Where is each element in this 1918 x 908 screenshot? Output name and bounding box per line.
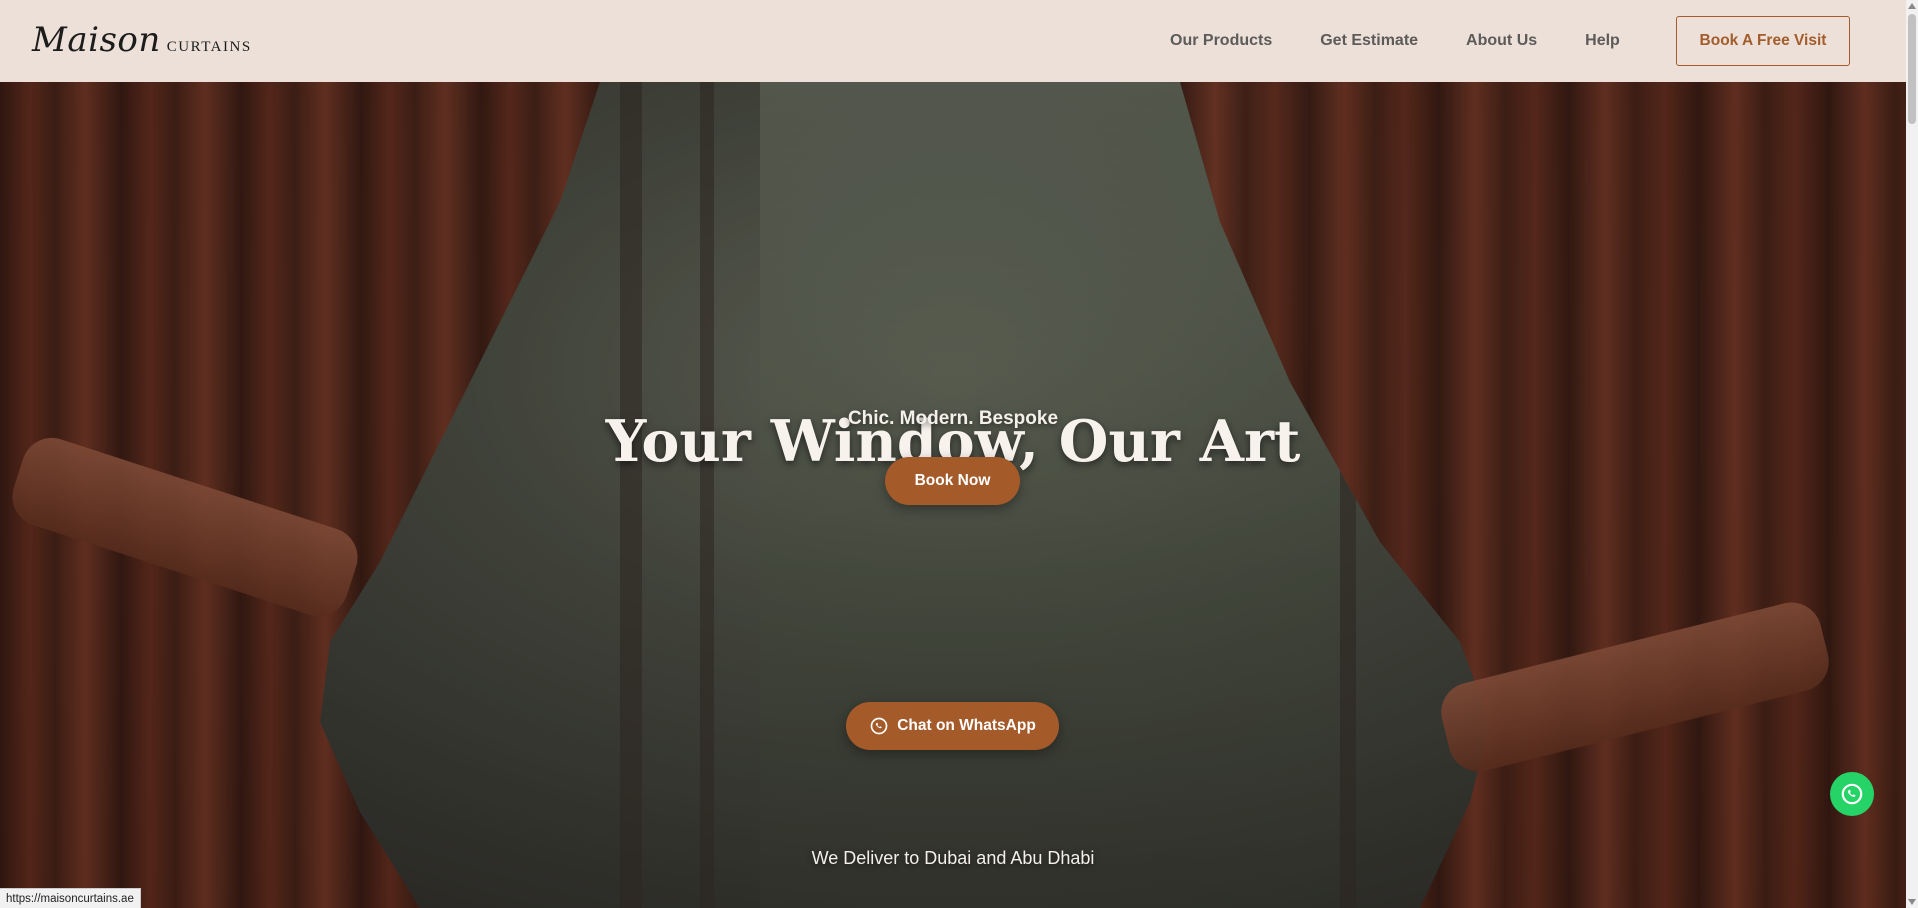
nav-link-help[interactable]: Help <box>1585 32 1620 50</box>
whatsapp-icon <box>870 717 888 735</box>
floating-whatsapp-button[interactable] <box>1830 772 1874 816</box>
scroll-thumb[interactable] <box>1908 14 1916 124</box>
logo-word-text: CURTAINS <box>166 39 252 55</box>
page-scrollbar[interactable] <box>1906 0 1918 908</box>
site-logo[interactable]: Maison CURTAINS <box>32 20 252 60</box>
nav-link-get-estimate[interactable]: Get Estimate <box>1320 32 1418 50</box>
chat-whatsapp-label: Chat on WhatsApp <box>897 717 1036 734</box>
nav-link-about-us[interactable]: About Us <box>1466 32 1537 50</box>
delivery-text: We Deliver to Dubai and Abu Dhabi <box>811 848 1095 868</box>
book-now-button[interactable]: Book Now <box>885 457 1020 505</box>
site-header: Maison CURTAINS Our Products Get Estimat… <box>0 0 1906 82</box>
nav-link-our-products[interactable]: Our Products <box>1170 32 1272 50</box>
book-free-visit-button[interactable]: Book A Free Visit <box>1676 16 1850 66</box>
scroll-down-arrow-icon[interactable] <box>1908 899 1916 905</box>
whatsapp-icon <box>1841 783 1863 805</box>
main-nav: Our Products Get Estimate About Us Help <box>1170 0 1620 82</box>
status-bar-url: https://maisoncurtains.ae <box>0 888 141 908</box>
chat-whatsapp-button[interactable]: Chat on WhatsApp <box>846 702 1059 750</box>
logo-script-text: Maison <box>32 20 161 60</box>
scroll-up-arrow-icon[interactable] <box>1908 3 1916 9</box>
hero-subtitle: Chic. Modern. Bespoke <box>847 408 1059 429</box>
